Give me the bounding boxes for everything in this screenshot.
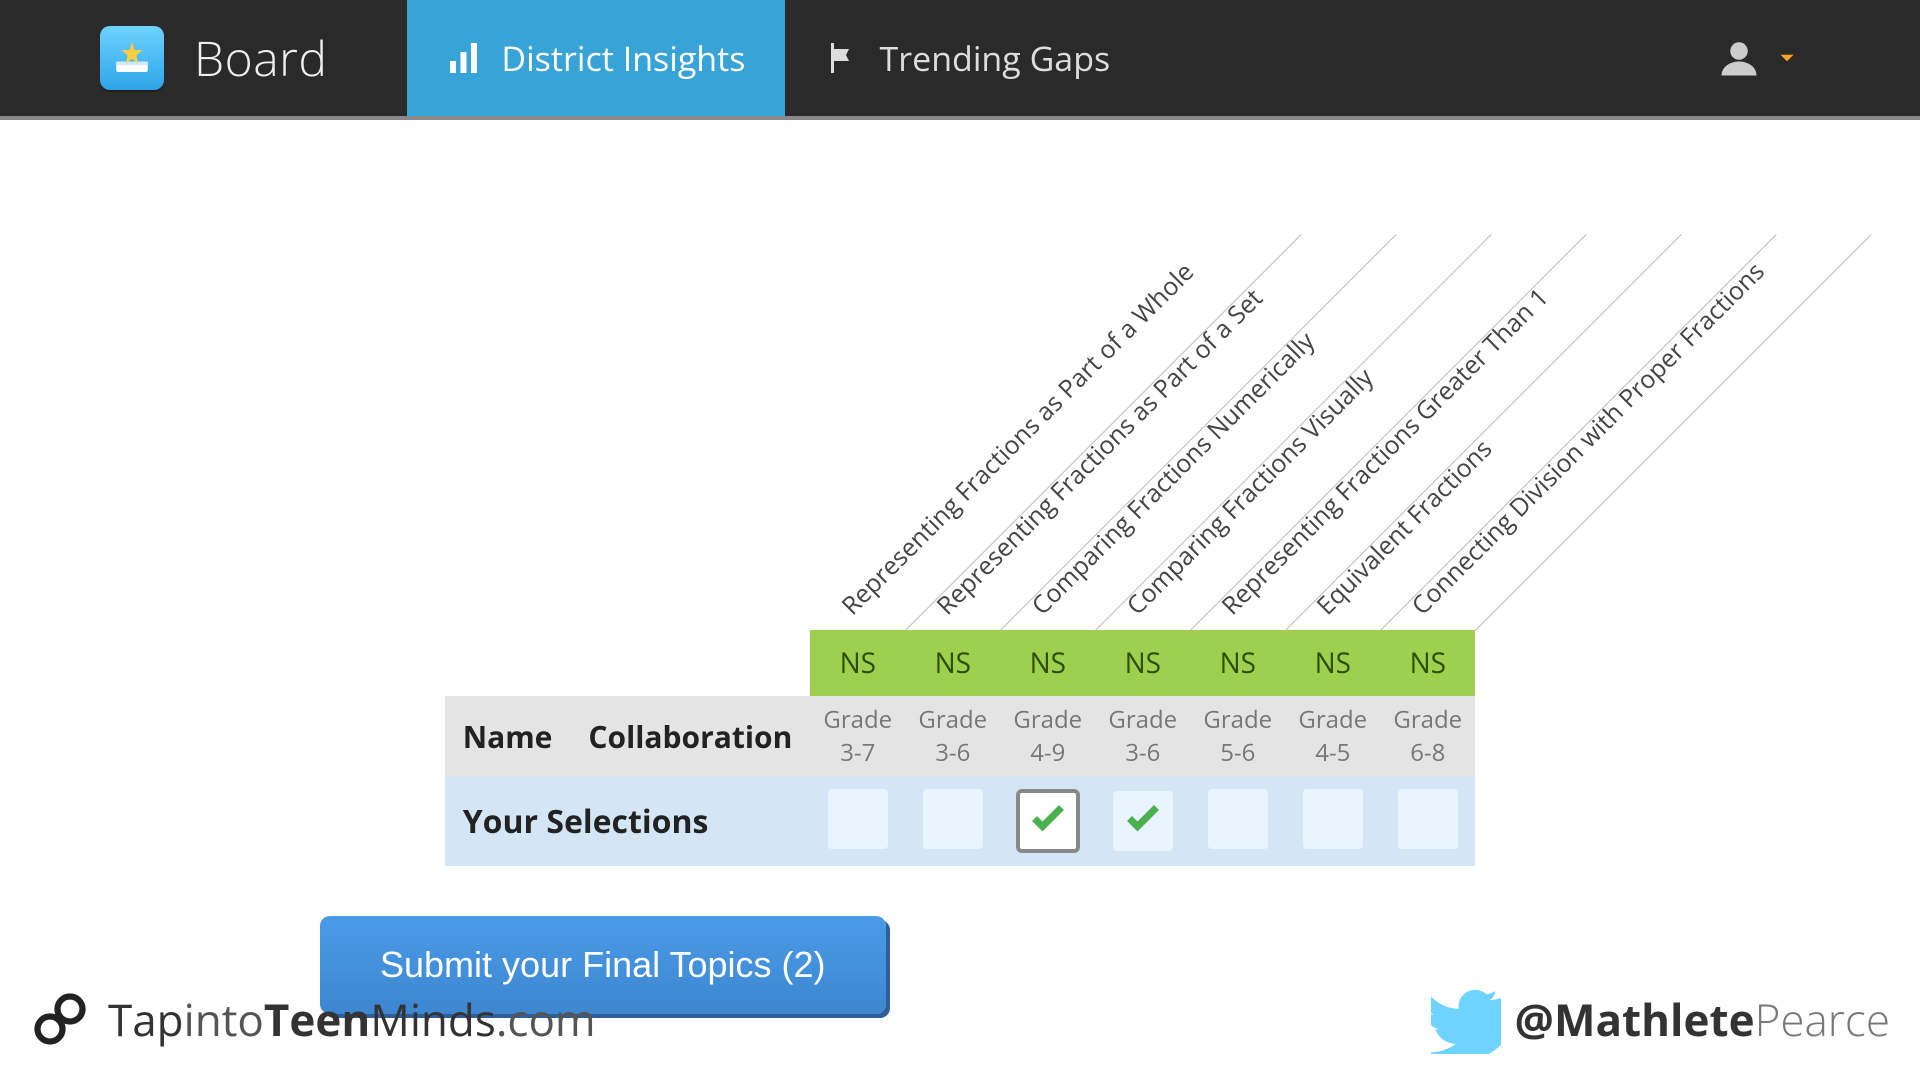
your-selections-row: Your Selections <box>445 776 1476 866</box>
collaboration-col-header: Collaboration <box>570 696 810 776</box>
selection-cell <box>1380 776 1475 866</box>
header-spacer <box>445 170 811 630</box>
selection-cell <box>905 776 1000 866</box>
strand-cell: NS <box>1380 630 1475 696</box>
topic-grid-wrap: Representing Fractions as Part of a Whol… <box>445 170 1476 866</box>
app-logo[interactable] <box>100 26 164 90</box>
strand-cell: NS <box>1000 630 1095 696</box>
topic-header: Representing Fractions Greater Than 1 <box>1190 170 1285 630</box>
strand-cell: NS <box>905 630 1000 696</box>
topic-checkbox[interactable] <box>1208 789 1268 849</box>
topic-checkbox[interactable] <box>1113 791 1173 851</box>
user-icon <box>1718 37 1760 79</box>
selection-cell <box>810 776 905 866</box>
footer-site: TapintoTeenMinds.com <box>108 989 596 1049</box>
footer-handle: @MathletePearce <box>1515 989 1891 1049</box>
topic-header: Representing Fractions as Part of a Set <box>905 170 1000 630</box>
chevron-down-icon <box>1774 45 1800 71</box>
nav-user-menu[interactable] <box>1718 0 1800 116</box>
topic-header-row: Representing Fractions as Part of a Whol… <box>445 170 1476 630</box>
check-icon <box>1121 799 1165 843</box>
main-content: Representing Fractions as Part of a Whol… <box>0 120 1920 1014</box>
top-nav: Board District Insights Trending Gaps <box>0 0 1920 120</box>
grade-cell: Grade3-6 <box>905 696 1000 776</box>
grade-cell: Grade3-7 <box>810 696 905 776</box>
footer-left: TapintoTeenMinds.com <box>30 989 596 1049</box>
strand-cell: NS <box>1285 630 1380 696</box>
check-icon <box>1026 799 1070 843</box>
topic-header: Comparing Fractions Visually <box>1095 170 1190 630</box>
blank-cell <box>445 630 811 696</box>
topic-checkbox[interactable] <box>1303 789 1363 849</box>
selection-cell <box>1000 776 1095 866</box>
topic-checkbox[interactable] <box>1398 789 1458 849</box>
topic-grid: Representing Fractions as Part of a Whol… <box>445 170 1476 866</box>
topic-header: Comparing Fractions Numerically <box>1000 170 1095 630</box>
footer: TapintoTeenMinds.com @MathletePearce <box>30 984 1890 1054</box>
tab-label: District Insights <box>501 35 745 81</box>
name-col-header: Name <box>445 696 571 776</box>
topic-header: Representing Fractions as Part of a Whol… <box>810 170 905 630</box>
grade-row: Name Collaboration Grade3-7 Grade3-6 Gra… <box>445 696 1476 776</box>
selection-cell <box>1190 776 1285 866</box>
tab-label: Trending Gaps <box>879 35 1110 81</box>
your-selections-label: Your Selections <box>445 776 811 866</box>
topic-checkbox[interactable] <box>1018 791 1078 851</box>
tab-district-insights[interactable]: District Insights <box>407 0 785 116</box>
strand-cell: NS <box>1095 630 1190 696</box>
grade-cell: Grade6-8 <box>1380 696 1475 776</box>
grade-cell: Grade4-5 <box>1285 696 1380 776</box>
strand-cell: NS <box>1190 630 1285 696</box>
link-icon <box>30 989 90 1049</box>
twitter-bird-icon <box>1431 984 1501 1054</box>
flag-icon <box>825 40 861 76</box>
grade-cell: Grade5-6 <box>1190 696 1285 776</box>
topic-header: Equivalent Fractions <box>1285 170 1380 630</box>
topic-header: Connecting Division with Proper Fraction… <box>1380 170 1475 630</box>
topic-checkbox[interactable] <box>828 789 888 849</box>
selection-cell <box>1095 776 1190 866</box>
book-star-icon <box>111 37 153 79</box>
footer-right: @MathletePearce <box>1431 984 1891 1054</box>
topic-label: Connecting Division with Proper Fraction… <box>1404 255 1771 622</box>
bar-chart-icon <box>447 40 483 76</box>
nav-tabs: District Insights Trending Gaps <box>407 0 1150 116</box>
nav-left: Board <box>100 0 407 116</box>
tab-trending-gaps[interactable]: Trending Gaps <box>785 0 1150 116</box>
grade-cell: Grade3-6 <box>1095 696 1190 776</box>
strand-cell: NS <box>810 630 905 696</box>
strand-row: NS NS NS NS NS NS NS <box>445 630 1476 696</box>
topic-checkbox[interactable] <box>923 789 983 849</box>
selection-cell <box>1285 776 1380 866</box>
board-title: Board <box>194 26 327 91</box>
grade-cell: Grade4-9 <box>1000 696 1095 776</box>
